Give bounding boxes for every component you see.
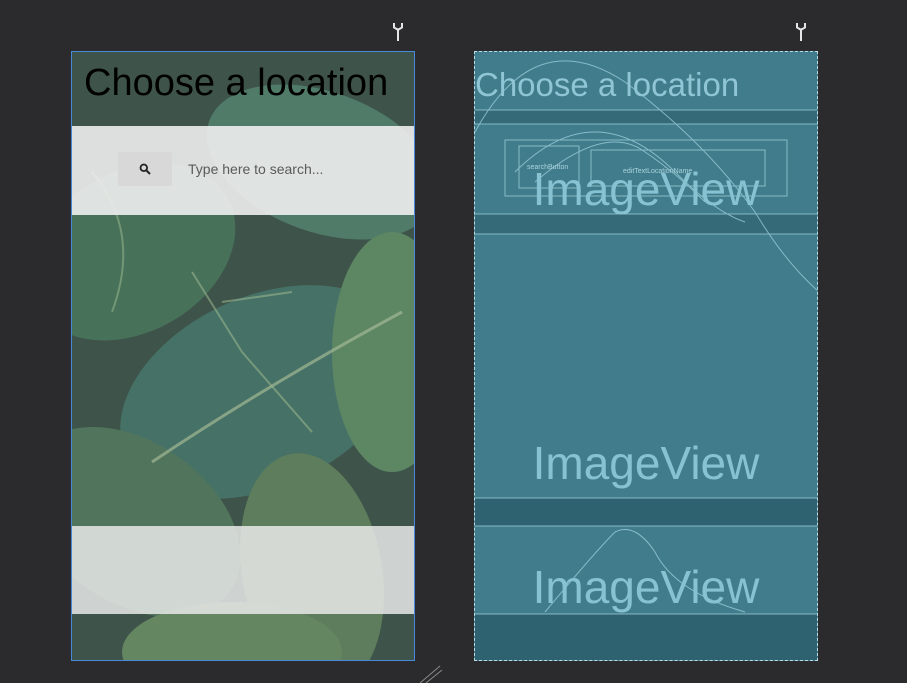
imageview-label: ImageView: [532, 437, 760, 489]
imageview-label: ImageView: [532, 163, 760, 215]
magnifier-icon: [139, 163, 151, 175]
resize-handle-icon[interactable]: [420, 664, 444, 683]
wrench-icon[interactable]: [392, 22, 404, 42]
bottom-panel: [72, 526, 414, 614]
imageview-label: ImageView: [532, 561, 760, 613]
search-bar: [72, 126, 414, 215]
search-button[interactable]: [118, 152, 172, 186]
location-search-input[interactable]: [188, 159, 398, 179]
design-preview-panel[interactable]: Choose a location: [71, 51, 415, 661]
wrench-icon[interactable]: [795, 22, 807, 42]
page-title: Choose a location: [84, 62, 389, 104]
blueprint-title: Choose a location: [475, 66, 740, 103]
blueprint-panel[interactable]: Choose a location searchButton editTextL…: [474, 51, 818, 661]
